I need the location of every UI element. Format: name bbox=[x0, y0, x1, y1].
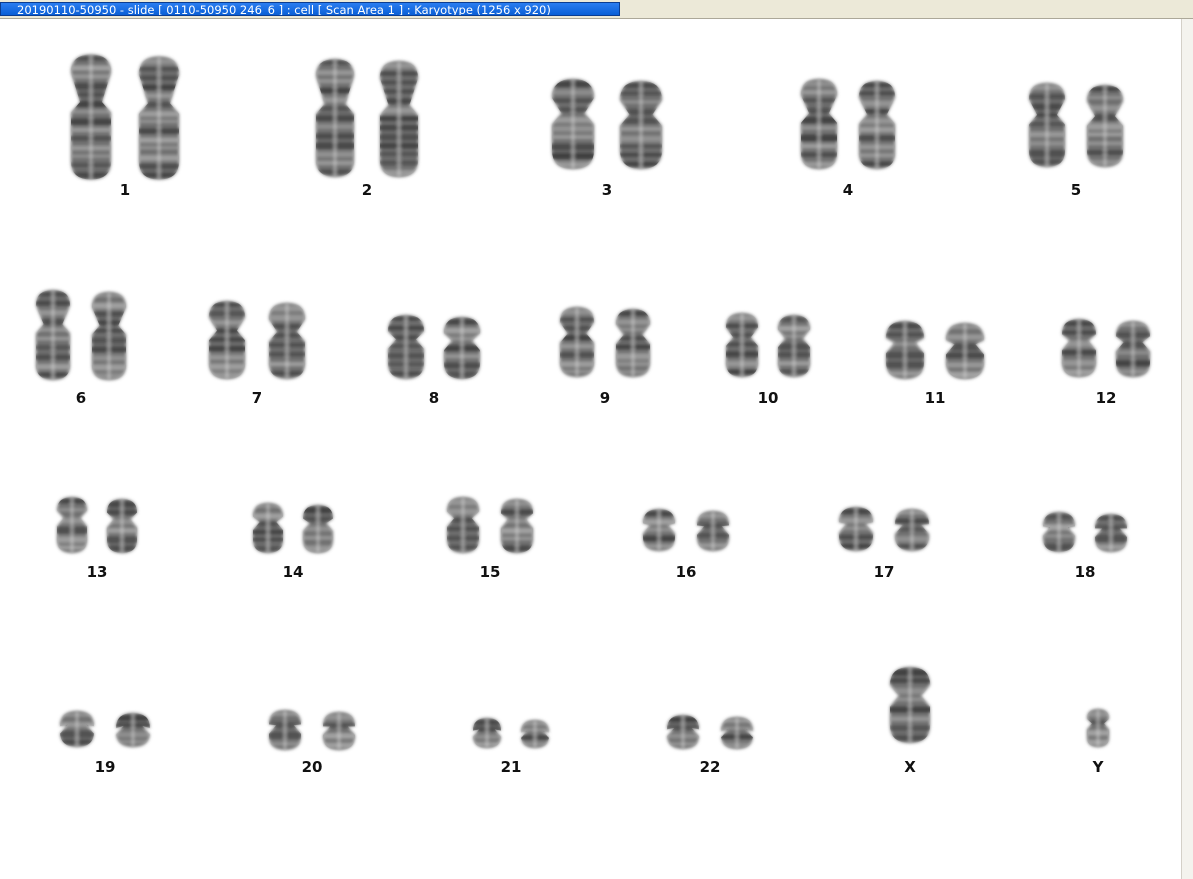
chromosome-20-a[interactable] bbox=[253, 710, 317, 750]
chromosome-label-x: X bbox=[904, 758, 916, 776]
chromosome-3-a[interactable] bbox=[531, 79, 615, 169]
chromosome-pair-image-14 bbox=[238, 503, 348, 553]
chromosome-5-b[interactable] bbox=[1069, 85, 1141, 167]
chromosome-18-a[interactable] bbox=[1027, 512, 1091, 552]
chromosome-11-a[interactable] bbox=[867, 321, 943, 379]
chromosome-21-a[interactable] bbox=[459, 718, 515, 748]
chromosome-label-12: 12 bbox=[1095, 389, 1117, 407]
chromosome-10-a[interactable] bbox=[710, 313, 774, 377]
chromosome-pair-image-4 bbox=[783, 79, 913, 169]
chromosome-label-22: 22 bbox=[699, 758, 721, 776]
chromosome-11-b[interactable] bbox=[927, 323, 1003, 379]
chromosome-9-b[interactable] bbox=[599, 309, 667, 377]
chromosome-x[interactable] bbox=[870, 667, 950, 743]
chromosome-label-14: 14 bbox=[282, 563, 304, 581]
chromosome-pair-image-6 bbox=[19, 290, 143, 380]
chromosome-5-a[interactable] bbox=[1011, 83, 1083, 167]
chromosome-pair-image-19 bbox=[43, 711, 167, 747]
chromosome-pair-image-2 bbox=[297, 59, 437, 177]
chromosome-pair-image-13 bbox=[42, 497, 152, 553]
chromosome-label-20: 20 bbox=[301, 758, 323, 776]
chromosome-label-17: 17 bbox=[873, 563, 895, 581]
chromosome-15-b[interactable] bbox=[485, 499, 549, 553]
chromosome-label-3: 3 bbox=[601, 181, 613, 199]
chromosome-pair-image-x bbox=[870, 667, 950, 743]
chromosome-16-b[interactable] bbox=[681, 511, 745, 551]
chromosome-label-13: 13 bbox=[86, 563, 108, 581]
chromosome-pair-image-10 bbox=[710, 313, 826, 377]
chromosome-label-21: 21 bbox=[500, 758, 522, 776]
chromosome-15-a[interactable] bbox=[431, 497, 495, 553]
chromosome-pair-image-y bbox=[1076, 709, 1120, 747]
chromosome-16-a[interactable] bbox=[627, 509, 691, 551]
window-title[interactable]: 20190110-50950 - slide [ 0110-50950 246_… bbox=[0, 2, 620, 16]
chromosome-20-b[interactable] bbox=[307, 712, 371, 750]
chromosome-4-a[interactable] bbox=[783, 79, 855, 169]
chromosome-10-b[interactable] bbox=[762, 315, 826, 377]
chromosome-pair-image-22 bbox=[651, 715, 769, 749]
chromosome-6-a[interactable] bbox=[19, 290, 87, 380]
chromosome-19-b[interactable] bbox=[99, 713, 167, 747]
chromosome-pair-image-15 bbox=[431, 497, 549, 553]
chromosome-2-b[interactable] bbox=[361, 61, 437, 177]
chromosome-pair-image-3 bbox=[531, 79, 683, 169]
chromosome-pair-image-11 bbox=[867, 321, 1003, 379]
chromosome-4-b[interactable] bbox=[841, 81, 913, 169]
chromosome-7-b[interactable] bbox=[251, 303, 323, 379]
chromosome-label-5: 5 bbox=[1070, 181, 1082, 199]
chromosome-13-b[interactable] bbox=[92, 499, 152, 553]
chromosome-pair-image-17 bbox=[822, 507, 946, 551]
chromosome-label-y: Y bbox=[1092, 758, 1104, 776]
chromosome-pair-image-7 bbox=[191, 301, 323, 379]
chromosome-13-a[interactable] bbox=[42, 497, 102, 553]
chromosome-y[interactable] bbox=[1076, 709, 1120, 747]
chromosome-label-15: 15 bbox=[479, 563, 501, 581]
chromosome-label-9: 9 bbox=[599, 389, 611, 407]
chromosome-2-a[interactable] bbox=[297, 59, 373, 177]
chromosome-1-a[interactable] bbox=[51, 54, 131, 180]
chromosome-19-a[interactable] bbox=[43, 711, 111, 747]
chromosome-label-7: 7 bbox=[251, 389, 263, 407]
chromosome-pair-image-20 bbox=[253, 710, 371, 750]
chromosome-17-b[interactable] bbox=[878, 509, 946, 551]
chromosome-pair-image-16 bbox=[627, 509, 745, 551]
chromosome-label-16: 16 bbox=[675, 563, 697, 581]
chromosome-label-11: 11 bbox=[924, 389, 946, 407]
chromosome-label-4: 4 bbox=[842, 181, 854, 199]
window-title-strip: 20190110-50950 - slide [ 0110-50950 246_… bbox=[0, 0, 1193, 19]
chromosome-pair-image-12 bbox=[1045, 319, 1167, 377]
chromosome-pair-image-1 bbox=[51, 54, 199, 180]
chromosome-label-6: 6 bbox=[75, 389, 87, 407]
chromosome-8-a[interactable] bbox=[370, 315, 442, 379]
karyotype-canvas: 1 2 3 4 5 6 7 8 9 10 11 12 13 14 15 16 17 18 19 20 21 22 X Y bbox=[0, 19, 1182, 879]
chromosome-3-b[interactable] bbox=[599, 81, 683, 169]
chromosome-9-a[interactable] bbox=[543, 307, 611, 377]
chromosome-label-18: 18 bbox=[1074, 563, 1096, 581]
chromosome-21-b[interactable] bbox=[507, 720, 563, 748]
vertical-scrollbar[interactable] bbox=[1181, 19, 1193, 879]
chromosome-pair-image-18 bbox=[1027, 512, 1143, 552]
chromosome-12-a[interactable] bbox=[1045, 319, 1113, 377]
chromosome-label-19: 19 bbox=[94, 758, 116, 776]
chromosome-14-b[interactable] bbox=[288, 505, 348, 553]
chromosome-6-b[interactable] bbox=[75, 292, 143, 380]
chromosome-22-a[interactable] bbox=[651, 715, 715, 749]
chromosome-18-b[interactable] bbox=[1079, 514, 1143, 552]
chromosome-14-a[interactable] bbox=[238, 503, 298, 553]
chromosome-12-b[interactable] bbox=[1099, 321, 1167, 377]
chromosome-pair-image-5 bbox=[1011, 83, 1141, 167]
chromosome-label-2: 2 bbox=[361, 181, 373, 199]
chromosome-17-a[interactable] bbox=[822, 507, 890, 551]
chromosome-22-b[interactable] bbox=[705, 717, 769, 749]
chromosome-label-1: 1 bbox=[119, 181, 131, 199]
chromosome-pair-image-8 bbox=[370, 315, 498, 379]
chromosome-label-10: 10 bbox=[757, 389, 779, 407]
chromosome-pair-image-21 bbox=[459, 718, 563, 748]
chromosome-8-b[interactable] bbox=[426, 317, 498, 379]
chromosome-pair-image-9 bbox=[543, 307, 667, 377]
chromosome-label-8: 8 bbox=[428, 389, 440, 407]
chromosome-7-a[interactable] bbox=[191, 301, 263, 379]
chromosome-1-b[interactable] bbox=[119, 56, 199, 180]
